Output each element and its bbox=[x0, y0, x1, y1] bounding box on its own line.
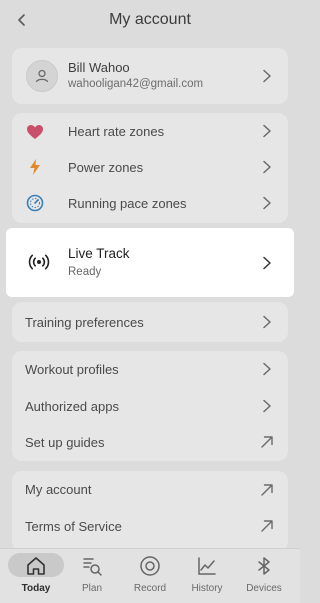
user-icon bbox=[35, 69, 49, 83]
training-card: Training preferences bbox=[12, 302, 288, 342]
my-account-row[interactable]: My account bbox=[12, 471, 288, 508]
nav-plan[interactable]: Plan bbox=[64, 549, 120, 603]
chevron-right-icon bbox=[263, 256, 271, 270]
nav-label: History bbox=[191, 583, 223, 594]
bluetooth-icon bbox=[258, 557, 270, 575]
nav-label: Today bbox=[21, 583, 51, 594]
settings-card: Workout profiles Authorized apps Set up … bbox=[12, 351, 288, 461]
row-label: Workout profiles bbox=[25, 361, 119, 377]
external-link-icon bbox=[261, 484, 273, 496]
page-title: My account bbox=[109, 11, 191, 28]
workout-profiles-row[interactable]: Workout profiles bbox=[12, 351, 288, 387]
row-label: My account bbox=[25, 482, 92, 497]
chevron-right-icon bbox=[263, 362, 271, 376]
live-track-card[interactable]: Live Track Ready bbox=[6, 228, 294, 297]
set-up-guides-row[interactable]: Set up guides bbox=[12, 424, 288, 460]
nav-record[interactable]: Record bbox=[122, 549, 178, 603]
row-label: Heart rate zones bbox=[68, 123, 165, 139]
power-zones-row[interactable]: Power zones bbox=[12, 149, 288, 185]
nav-label: Devices bbox=[246, 583, 282, 594]
header: My account bbox=[0, 0, 300, 40]
chevron-right-icon bbox=[263, 160, 271, 174]
profile-email: wahooligan42@gmail.com bbox=[68, 78, 204, 90]
terms-of-service-row[interactable]: Terms of Service bbox=[12, 508, 288, 544]
chevron-right-icon bbox=[263, 399, 271, 413]
nav-devices[interactable]: Devices bbox=[236, 549, 292, 603]
nav-today[interactable]: Today bbox=[8, 549, 64, 603]
live-track-status: Ready bbox=[68, 266, 102, 278]
row-label: Terms of Service bbox=[25, 518, 122, 534]
chevron-right-icon bbox=[263, 69, 271, 83]
authorized-apps-row[interactable]: Authorized apps bbox=[12, 388, 288, 424]
row-label: Set up guides bbox=[25, 434, 105, 450]
row-label: Power zones bbox=[68, 159, 144, 175]
lightning-icon bbox=[30, 159, 40, 175]
live-track-title: Live Track bbox=[68, 246, 130, 261]
heart-rate-zones-row[interactable]: Heart rate zones bbox=[12, 113, 288, 149]
speedometer-icon bbox=[26, 194, 44, 212]
nav-label: Plan bbox=[81, 583, 102, 594]
broadcast-icon bbox=[28, 254, 50, 270]
profile-card[interactable]: Bill Wahoo wahooligan42@gmail.com bbox=[12, 48, 288, 104]
chevron-right-icon bbox=[263, 196, 271, 210]
row-label: Running pace zones bbox=[68, 195, 187, 211]
running-pace-zones-row[interactable]: Running pace zones bbox=[12, 185, 288, 221]
history-chart-icon bbox=[198, 557, 216, 575]
chevron-left-icon[interactable] bbox=[14, 12, 30, 28]
record-icon bbox=[140, 556, 160, 576]
profile-name: Bill Wahoo bbox=[68, 60, 130, 75]
row-label: Training preferences bbox=[25, 314, 144, 330]
chevron-right-icon bbox=[263, 315, 271, 329]
legal-card: My account Terms of Service bbox=[12, 471, 288, 551]
nav-label: Record bbox=[133, 583, 167, 594]
home-icon bbox=[27, 557, 45, 575]
plan-icon bbox=[83, 558, 102, 576]
zones-card: Heart rate zones Power zones Running pac… bbox=[12, 113, 288, 223]
chevron-right-icon bbox=[263, 124, 271, 138]
training-preferences-row[interactable]: Training preferences bbox=[12, 302, 288, 342]
bottom-nav: Today Plan Record History Devices bbox=[0, 548, 300, 603]
external-link-icon bbox=[261, 520, 273, 532]
row-label: Authorized apps bbox=[25, 398, 119, 414]
nav-history[interactable]: History bbox=[179, 549, 235, 603]
avatar bbox=[26, 60, 58, 92]
heart-icon bbox=[27, 125, 43, 139]
external-link-icon bbox=[261, 436, 273, 448]
